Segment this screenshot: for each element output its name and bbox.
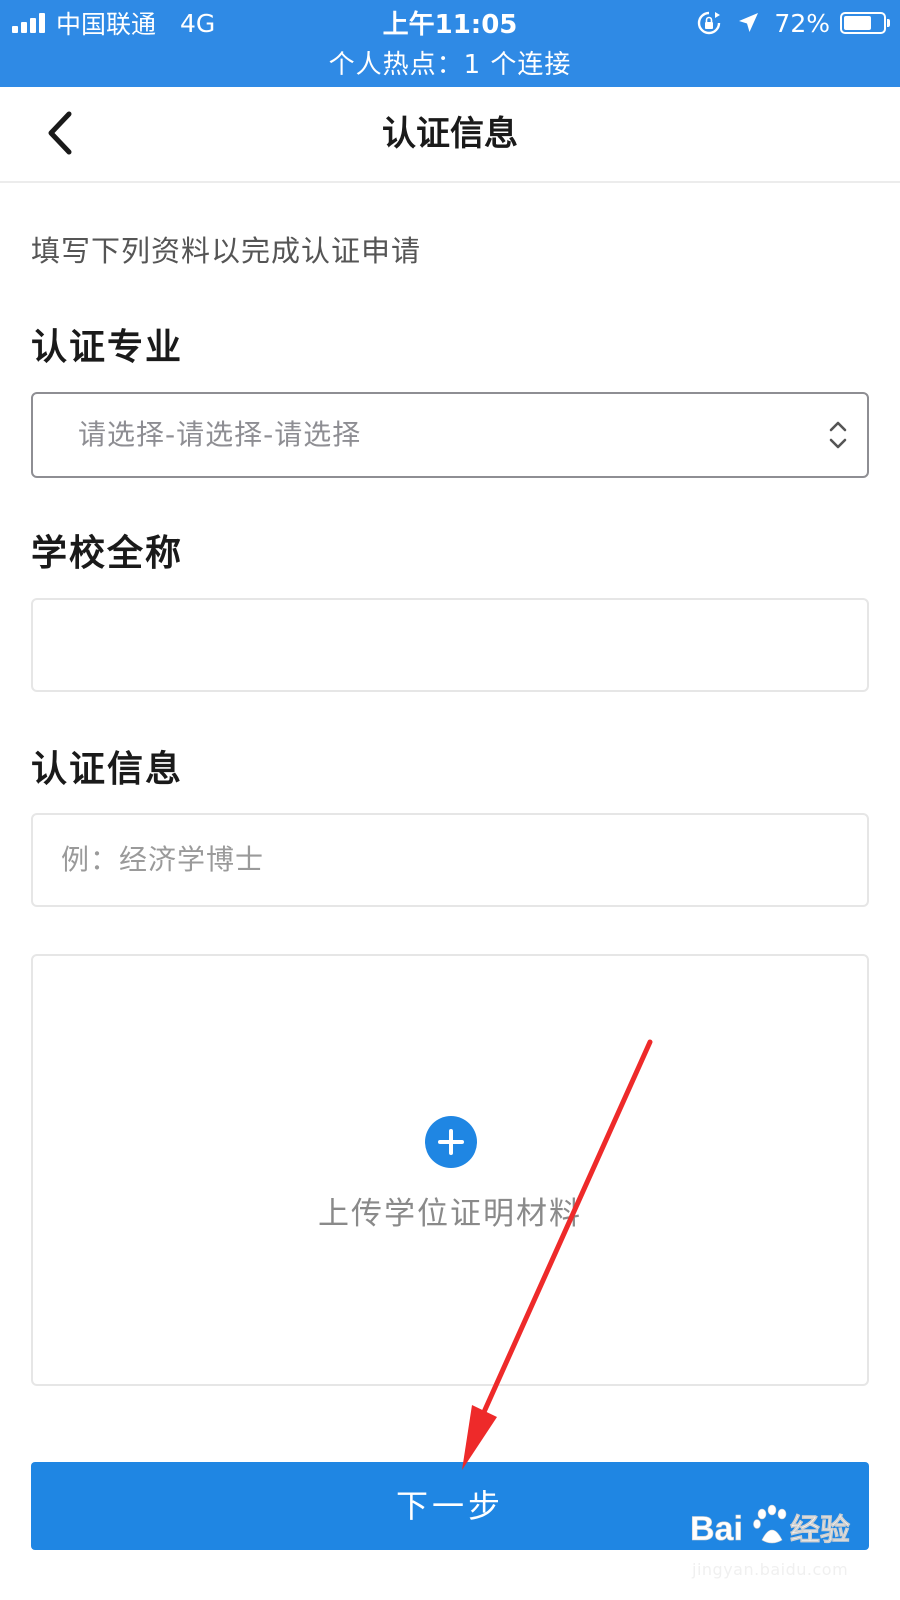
- location-arrow-icon: [736, 11, 760, 35]
- status-right: 72%: [696, 6, 890, 40]
- major-select-placeholder: 请选择-请选择-请选择: [78, 418, 362, 451]
- cert-info-input[interactable]: 例：经济学博士: [31, 813, 869, 907]
- baidu-jingyan-logo: Bai 经验: [690, 1504, 850, 1548]
- upload-area[interactable]: 上传学位证明材料: [31, 954, 869, 1386]
- svg-text:Bai: Bai: [690, 1510, 743, 1548]
- battery-percent: 72%: [774, 8, 830, 38]
- rotation-lock-icon: [696, 10, 722, 36]
- upload-label: 上传学位证明材料: [318, 1196, 582, 1232]
- battery-level: [844, 16, 871, 30]
- cert-info-placeholder: 例：经济学博士: [61, 843, 265, 876]
- plus-circle-icon[interactable]: [425, 1116, 477, 1168]
- svg-text:经验: 经验: [790, 1513, 850, 1548]
- baidu-url: jingyan.baidu.com: [692, 1560, 849, 1579]
- nav-bar: 认证信息: [0, 87, 900, 183]
- school-name-input[interactable]: [31, 598, 869, 692]
- chevron-left-icon: [45, 110, 75, 160]
- back-button[interactable]: [30, 105, 90, 165]
- major-select[interactable]: 请选择-请选择-请选择: [31, 392, 869, 478]
- cert-label: 认证信息: [31, 749, 184, 790]
- hotspot-banner[interactable]: 个人热点：1 个连接: [0, 44, 900, 81]
- screen: 中国联通 4G 上午11:05 72% 个人热点：1 个连接 认证信息 填写下列…: [0, 0, 900, 1600]
- battery-icon: [840, 12, 890, 34]
- status-bar: 中国联通 4G 上午11:05 72% 个人热点：1 个连接: [0, 0, 900, 87]
- chevron-up-down-icon: [827, 418, 849, 456]
- major-label: 认证专业: [31, 327, 184, 368]
- page-title: 认证信息: [382, 114, 518, 154]
- baidu-watermark: Bai 经验 jingyan.baidu.com: [690, 1498, 890, 1588]
- school-label: 学校全称: [31, 533, 184, 574]
- form-intro: 填写下列资料以完成认证申请: [31, 234, 422, 268]
